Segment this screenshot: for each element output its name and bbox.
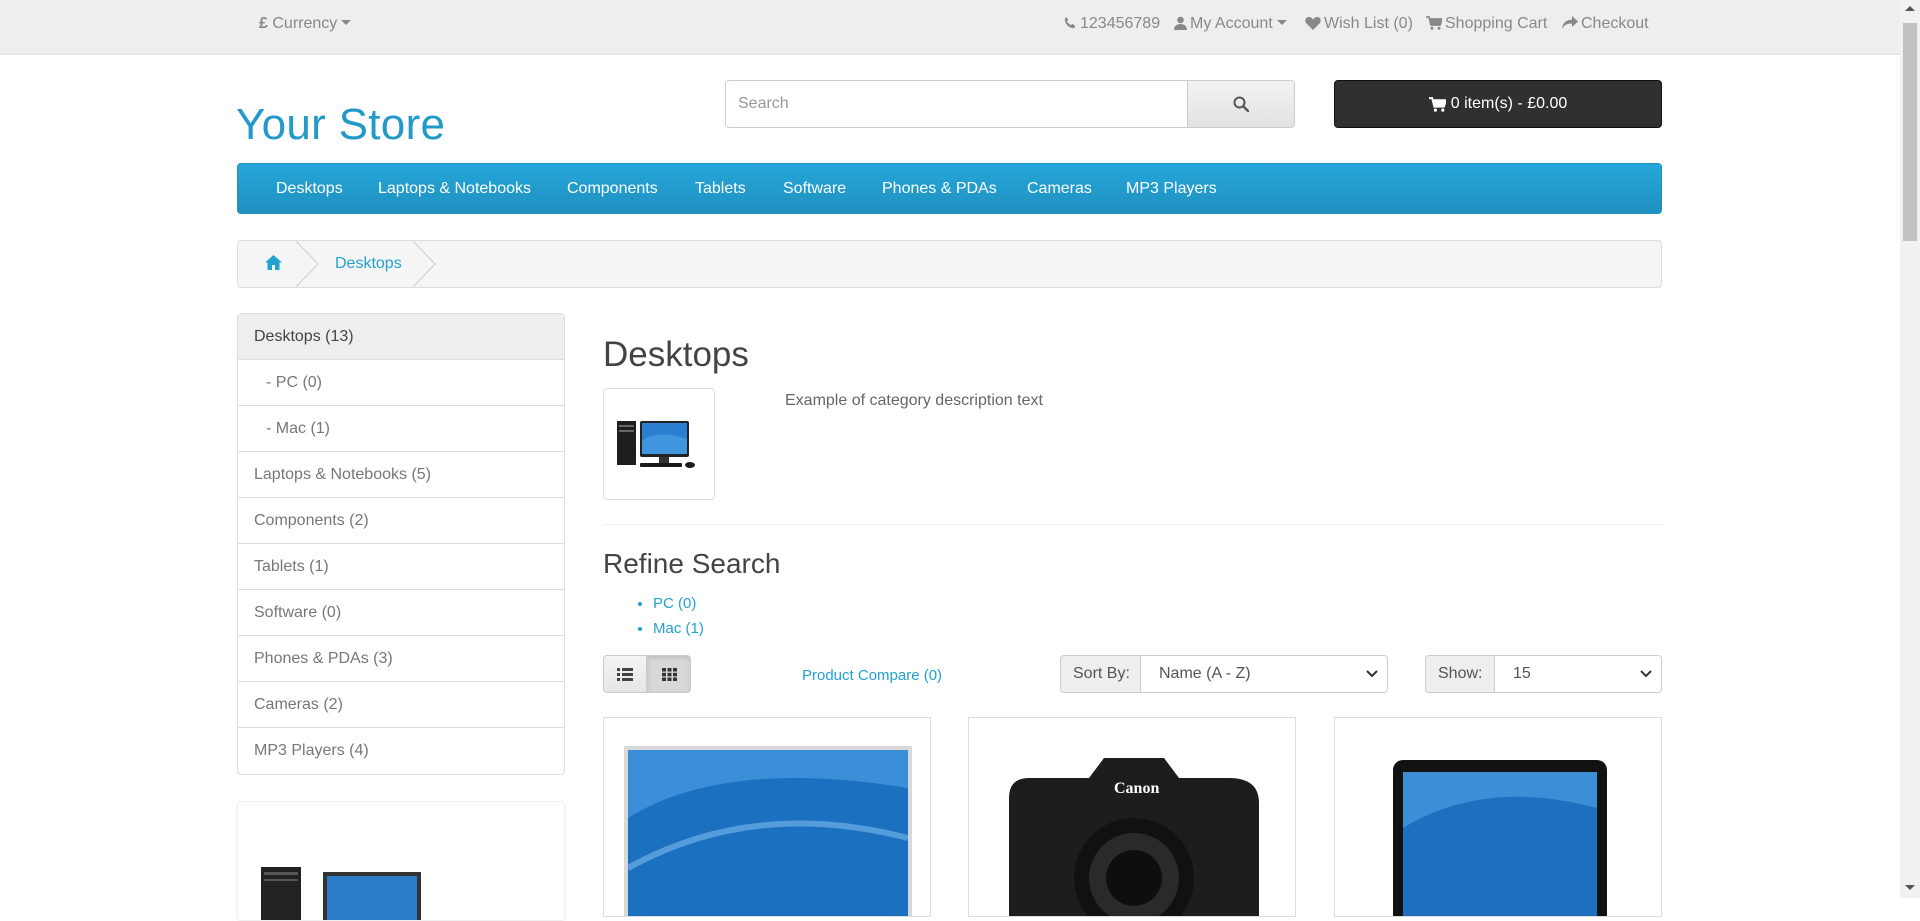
- product-card[interactable]: Canon: [968, 717, 1296, 917]
- category-item-desktops[interactable]: Desktops (13): [238, 314, 564, 360]
- sort-label: Sort By:: [1060, 655, 1141, 693]
- show-group: Show: 15: [1425, 655, 1662, 693]
- checkout-label: Checkout: [1581, 15, 1649, 32]
- user-icon: [1174, 16, 1187, 30]
- category-item-cameras[interactable]: Cameras (2): [238, 682, 564, 728]
- breadcrumb-separator: [413, 241, 436, 287]
- currency-dropdown[interactable]: £ Currency: [259, 15, 352, 33]
- sort-value: Name (A - Z): [1159, 665, 1251, 682]
- search-icon: [1233, 96, 1249, 112]
- product-card[interactable]: [603, 717, 931, 917]
- category-description: Example of category description text: [785, 392, 1043, 409]
- top-bar: £ Currency 123456789 My Account Wish Lis…: [0, 0, 1900, 55]
- phone-number: 123456789: [1080, 15, 1161, 32]
- category-item-laptops[interactable]: Laptops & Notebooks (5): [238, 452, 564, 498]
- my-account-label: My Account: [1190, 15, 1273, 32]
- menu-item-desktops[interactable]: Desktops: [276, 180, 343, 198]
- menu-item-tablets[interactable]: Tablets: [695, 180, 746, 198]
- share-icon: [1562, 16, 1578, 29]
- my-account-dropdown[interactable]: My Account: [1174, 15, 1287, 33]
- phone-link[interactable]: 123456789: [1063, 15, 1160, 33]
- cart-button[interactable]: 0 item(s) - £0.00: [1334, 80, 1662, 128]
- home-link[interactable]: [265, 255, 282, 275]
- menu-item-mp3[interactable]: MP3 Players: [1126, 180, 1217, 198]
- category-thumbnail[interactable]: [603, 388, 715, 500]
- apple-cinema-display-image: [624, 746, 912, 916]
- cart-icon: [1426, 16, 1444, 30]
- menu-item-cameras[interactable]: Cameras: [1027, 180, 1092, 198]
- refine-item-pc: PC (0): [653, 594, 704, 619]
- heart-icon: [1305, 17, 1321, 30]
- desktop-computer-image: [617, 421, 695, 468]
- menu-item-phones[interactable]: Phones & PDAs: [882, 180, 997, 198]
- wishlist-label: Wish List (0): [1324, 15, 1413, 32]
- shopping-cart-link[interactable]: Shopping Cart: [1426, 15, 1547, 33]
- show-label: Show:: [1425, 655, 1495, 693]
- laptop-image: [1393, 760, 1607, 916]
- refine-list: PC (0) Mac (1): [628, 594, 704, 644]
- cart-icon: [1428, 96, 1446, 112]
- checkout-link[interactable]: Checkout: [1562, 15, 1649, 33]
- sidebar-banner[interactable]: [237, 801, 565, 921]
- scroll-down-icon[interactable]: [1905, 885, 1915, 890]
- home-icon: [265, 255, 282, 270]
- sort-select[interactable]: Name (A - Z): [1141, 655, 1388, 693]
- category-item-components[interactable]: Components (2): [238, 498, 564, 544]
- pound-icon: £: [259, 15, 268, 32]
- refine-search-title: Refine Search: [603, 548, 781, 579]
- category-item-pc[interactable]: - PC (0): [238, 360, 564, 406]
- product-card[interactable]: [1334, 717, 1662, 917]
- show-select[interactable]: 15: [1495, 655, 1662, 693]
- phone-icon: [1064, 16, 1076, 29]
- divider: [603, 524, 1662, 525]
- show-value: 15: [1513, 665, 1531, 682]
- list-view-button[interactable]: [603, 655, 647, 693]
- main-menu: Desktops Laptops & Notebooks Components …: [237, 163, 1662, 214]
- breadcrumb: Desktops: [237, 240, 1662, 288]
- scroll-up-icon[interactable]: [1905, 6, 1915, 11]
- page-title: Desktops: [603, 335, 749, 374]
- category-item-software[interactable]: Software (0): [238, 590, 564, 636]
- scrollbar-thumb[interactable]: [1903, 23, 1917, 241]
- chevron-down-icon: [1640, 670, 1652, 678]
- list-view-icon: [617, 667, 633, 681]
- search-button[interactable]: [1188, 80, 1295, 128]
- refine-item-mac: Mac (1): [653, 619, 704, 644]
- grid-view-icon: [661, 667, 677, 681]
- refine-link-mac[interactable]: Mac (1): [653, 620, 704, 637]
- desktop-computer-image: [261, 867, 421, 920]
- menu-item-components[interactable]: Components: [567, 180, 658, 198]
- category-item-phones[interactable]: Phones & PDAs (3): [238, 636, 564, 682]
- sort-group: Sort By: Name (A - Z): [1060, 655, 1388, 693]
- category-item-tablets[interactable]: Tablets (1): [238, 544, 564, 590]
- search-group: [725, 80, 1295, 128]
- refine-link-pc[interactable]: PC (0): [653, 595, 696, 612]
- chevron-down-icon: [1276, 20, 1287, 25]
- camera-image: Canon: [1009, 758, 1259, 916]
- view-toggle: [603, 655, 691, 693]
- product-compare-link[interactable]: Product Compare (0): [802, 667, 942, 684]
- chevron-down-icon: [1366, 670, 1378, 678]
- svg-text:Canon: Canon: [1114, 780, 1159, 797]
- menu-item-software[interactable]: Software: [783, 180, 846, 198]
- chevron-down-icon: [341, 20, 352, 25]
- category-list: Desktops (13) - PC (0) - Mac (1) Laptops…: [237, 313, 565, 775]
- currency-label: Currency: [272, 15, 338, 32]
- store-logo[interactable]: Your Store: [236, 100, 445, 150]
- page-scrollbar[interactable]: [1900, 0, 1920, 898]
- shopping-cart-label: Shopping Cart: [1445, 15, 1548, 32]
- menu-item-laptops[interactable]: Laptops & Notebooks: [378, 180, 531, 198]
- category-item-mp3[interactable]: MP3 Players (4): [238, 728, 564, 774]
- category-item-mac[interactable]: - Mac (1): [238, 406, 564, 452]
- search-input[interactable]: [725, 80, 1188, 128]
- cart-summary: 0 item(s) - £0.00: [1450, 95, 1568, 112]
- wishlist-link[interactable]: Wish List (0): [1305, 15, 1413, 33]
- breadcrumb-desktops[interactable]: Desktops: [335, 255, 402, 273]
- grid-view-button[interactable]: [647, 655, 691, 693]
